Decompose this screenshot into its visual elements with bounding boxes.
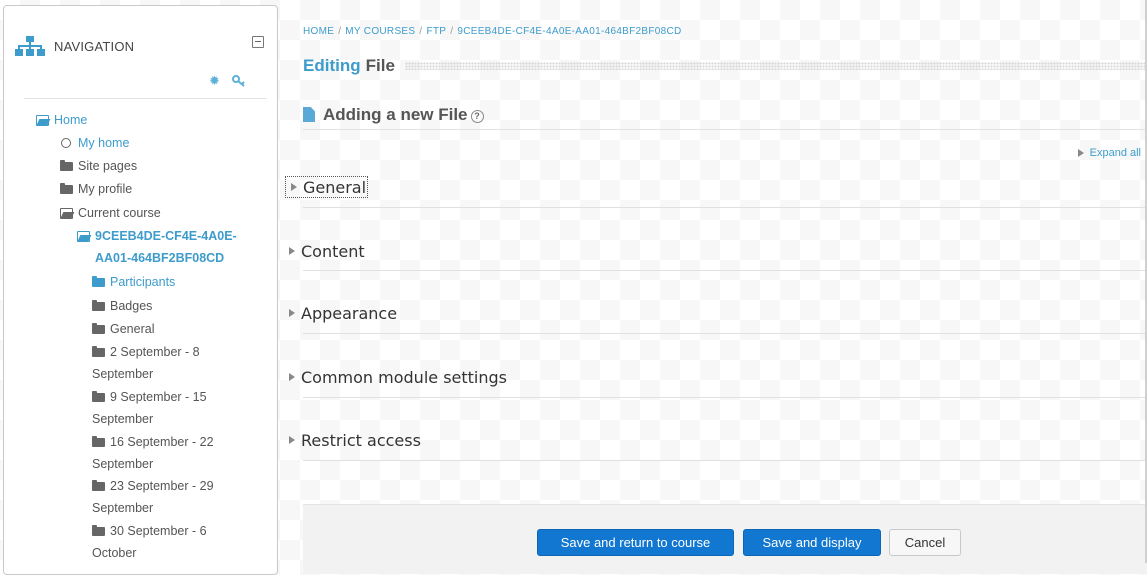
collapsed-triangle-icon <box>289 436 295 444</box>
nav-item-label: 30 September - 6 October <box>92 524 207 560</box>
section-label: Appearance <box>301 303 398 323</box>
section-label: Content <box>301 241 365 261</box>
breadcrumb: HOME / MY COURSES / FTP/9CEEB4DE-CF4E-4A0E-A… <box>303 26 682 37</box>
save-and-return-button[interactable]: Save and return to course <box>537 529 734 556</box>
expand-all-label: Expand all <box>1089 147 1141 159</box>
folder-icon <box>92 475 106 497</box>
section-divider <box>303 460 1147 461</box>
nav-item-label: Home <box>54 113 88 127</box>
nav-item-label: General <box>110 322 155 336</box>
section-common-module-settings[interactable]: Common module settings <box>285 362 1147 392</box>
page-title: Editing File <box>303 55 1147 77</box>
section-divider <box>303 397 1147 398</box>
navigation-header: NAVIGATION ✹ <box>4 6 277 96</box>
folder-open-icon <box>77 225 91 247</box>
nav-item-label: 23 September - 29 September <box>92 479 214 515</box>
nav-item-label: 16 September - 22 September <box>92 435 214 471</box>
breadcrumb-home[interactable]: HOME <box>303 26 334 37</box>
folder-icon <box>92 520 106 542</box>
section-label: Common module settings <box>301 367 507 387</box>
nav-item-home[interactable]: Home <box>36 109 87 131</box>
breadcrumb-my-courses[interactable]: MY COURSES <box>345 26 415 37</box>
collapse-block-icon[interactable] <box>252 36 264 48</box>
section-restrict-access[interactable]: Restrict access <box>285 425 1147 455</box>
nav-item-badges[interactable]: Badges <box>92 295 152 317</box>
breadcrumb-ftp[interactable]: FTP <box>426 26 446 37</box>
nav-item-course-id[interactable]: 9CEEB4DE-CF4E-4A0E-AA01-464BF2BF08CD <box>77 225 247 269</box>
folder-icon <box>92 295 106 317</box>
nav-item-label: Participants <box>110 275 176 289</box>
nav-item-week-2[interactable]: 9 September - 15 September <box>92 386 242 430</box>
cancel-button[interactable]: Cancel <box>889 529 961 556</box>
section-divider <box>303 333 1147 334</box>
section-appearance[interactable]: Appearance <box>285 298 1147 328</box>
section-content[interactable]: Content <box>285 236 1147 266</box>
form-heading-text: Adding a new File <box>323 104 468 124</box>
collapsed-triangle-icon <box>289 309 295 317</box>
folder-icon <box>92 431 106 453</box>
help-icon[interactable]: ? <box>470 109 484 123</box>
collapsed-triangle-icon <box>291 183 297 191</box>
navigation-block: NAVIGATION ✹ Home My home Site pages My … <box>3 5 278 575</box>
nav-item-week-5[interactable]: 30 September - 6 October <box>92 520 242 564</box>
gear-icon[interactable]: ✹ <box>209 75 220 88</box>
nav-item-label: My home <box>78 136 130 150</box>
breadcrumb-course-id[interactable]: 9CEEB4DE-CF4E-4A0E-AA01-464BF2BF08CD <box>457 26 681 37</box>
nav-item-participants[interactable]: Participants <box>92 271 175 293</box>
nav-item-week-1[interactable]: 2 September - 8 September <box>92 341 242 385</box>
nav-item-label: 9CEEB4DE-CF4E-4A0E-AA01-464BF2BF08CD <box>95 229 237 265</box>
nav-item-my-profile[interactable]: My profile <box>60 178 132 200</box>
nav-item-label: 2 September - 8 September <box>92 345 200 381</box>
page-title-accent: Editing <box>303 56 361 75</box>
page-title-rest: File <box>365 56 395 75</box>
folder-icon <box>92 341 106 363</box>
header-divider <box>24 98 267 99</box>
file-icon <box>303 107 315 122</box>
heading-dotted-fill <box>404 62 1147 70</box>
breadcrumb-separator: / <box>450 26 454 37</box>
nav-item-label: Badges <box>110 299 153 313</box>
section-label: General <box>303 177 367 197</box>
collapsed-triangle-icon <box>289 373 295 381</box>
collapsed-triangle-icon <box>289 247 295 255</box>
section-general[interactable]: General <box>285 172 1147 202</box>
section-label: Restrict access <box>301 430 421 450</box>
breadcrumb-separator: / <box>419 26 423 37</box>
nav-item-label: My profile <box>78 182 133 196</box>
circle-icon <box>60 132 74 154</box>
save-and-display-button[interactable]: Save and display <box>743 529 881 556</box>
form-buttons: Save and return to course Save and displ… <box>303 504 1147 574</box>
folder-icon <box>60 178 74 200</box>
nav-item-general[interactable]: General <box>92 318 154 340</box>
section-divider <box>303 207 1147 208</box>
folder-open-icon <box>60 202 74 224</box>
key-icon[interactable] <box>232 74 246 88</box>
nav-item-my-home[interactable]: My home <box>60 132 129 154</box>
expand-triangle-icon <box>1077 149 1084 157</box>
expand-all-link[interactable]: Expand all <box>1077 147 1141 159</box>
form-heading: Adding a new File ? <box>303 100 1147 130</box>
breadcrumb-separator: / <box>338 26 342 37</box>
section-focus-box: General <box>285 176 369 198</box>
sitemap-icon <box>15 36 45 56</box>
nav-item-label: 9 September - 15 September <box>92 390 207 426</box>
nav-item-site-pages[interactable]: Site pages <box>60 155 137 177</box>
navigation-title: NAVIGATION <box>54 39 135 54</box>
nav-item-current-course[interactable]: Current course <box>60 202 161 224</box>
folder-icon <box>60 155 74 177</box>
nav-item-week-3[interactable]: 16 September - 22 September <box>92 431 242 475</box>
section-divider <box>303 270 1147 271</box>
folder-icon <box>92 271 106 293</box>
nav-item-week-4[interactable]: 23 September - 29 September <box>92 475 242 519</box>
folder-open-icon <box>36 109 50 131</box>
nav-item-label: Site pages <box>78 159 138 173</box>
nav-item-label: Current course <box>78 206 161 220</box>
folder-icon <box>92 318 106 340</box>
folder-icon <box>92 386 106 408</box>
